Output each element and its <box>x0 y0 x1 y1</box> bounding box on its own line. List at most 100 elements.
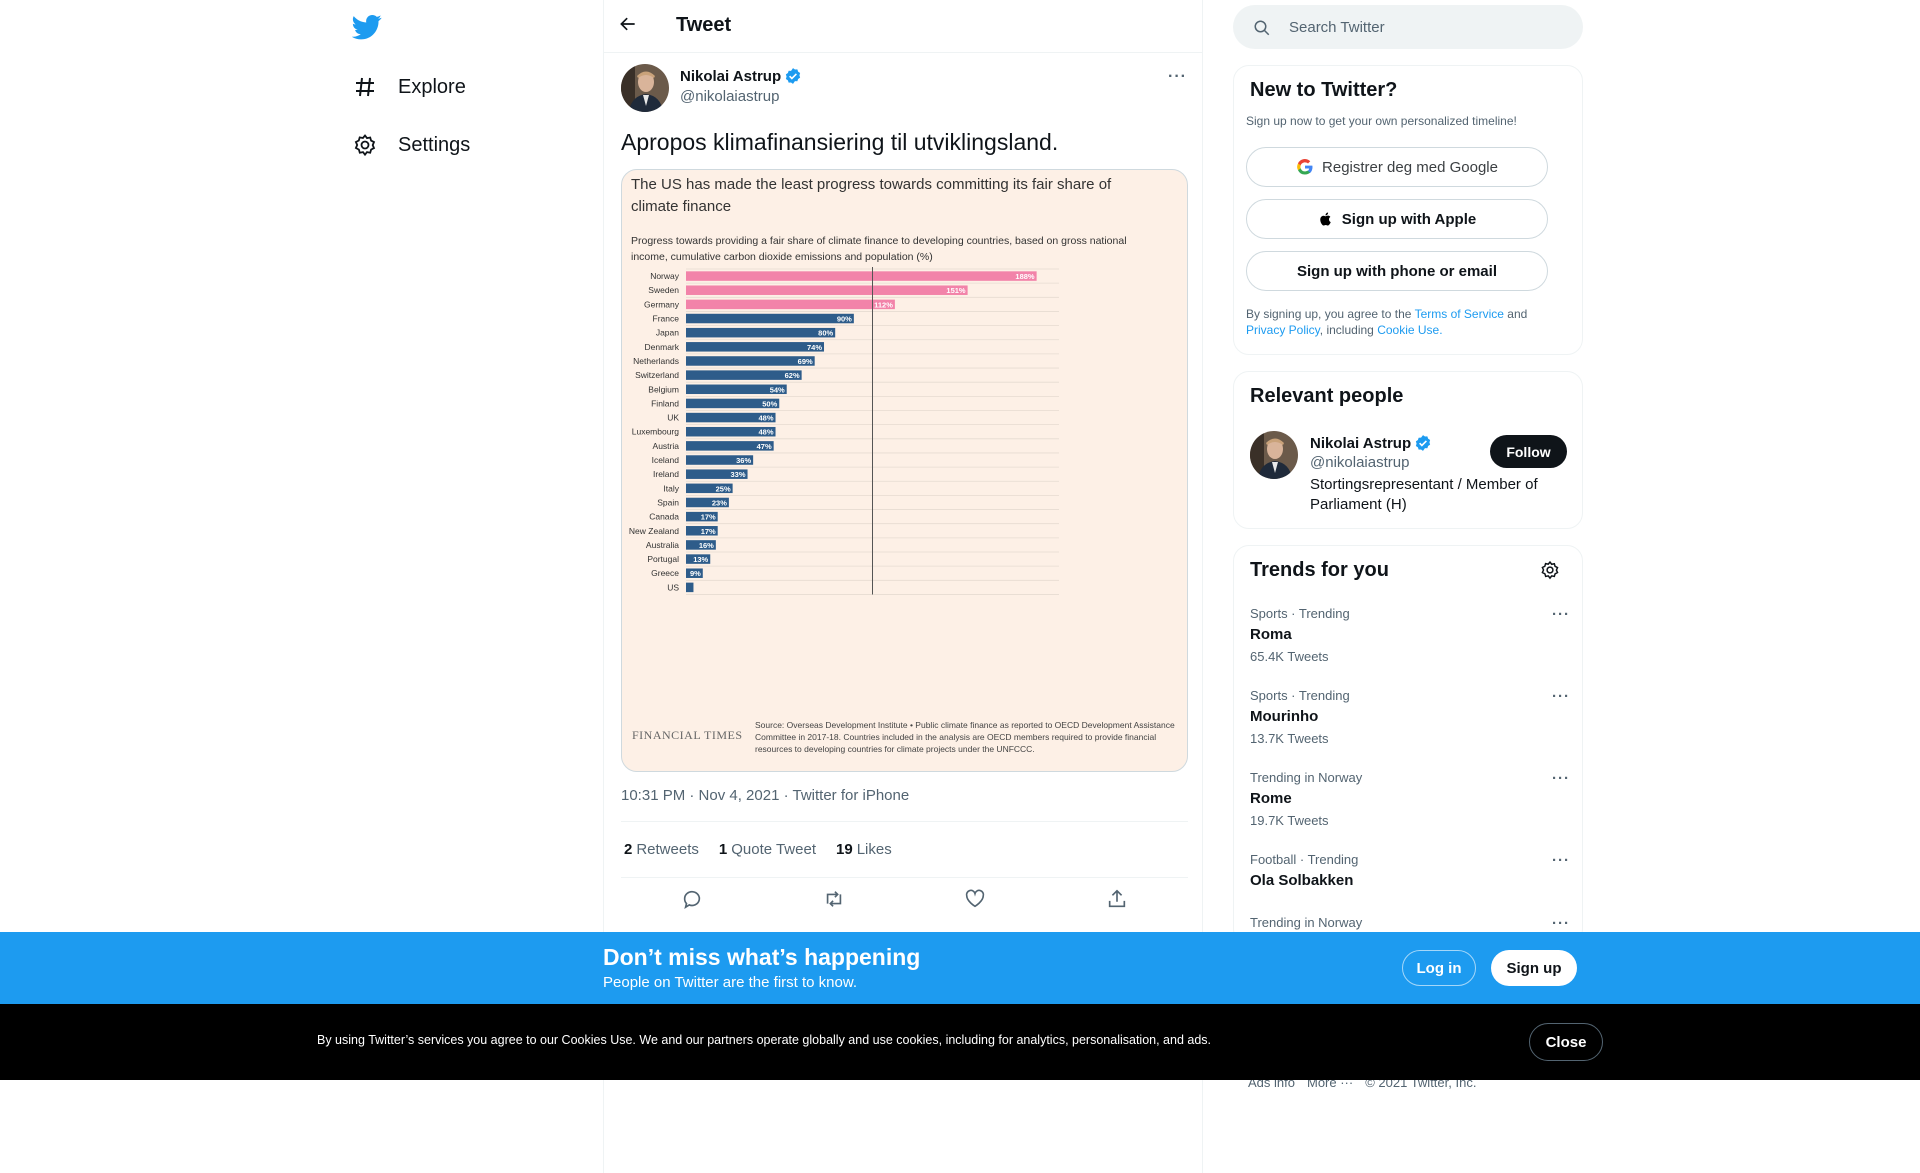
search-box[interactable] <box>1233 5 1583 49</box>
trend-context: Trending in Norway <box>1250 915 1363 930</box>
category-label: Netherlands <box>633 356 679 366</box>
data-label: 48% <box>759 414 774 423</box>
trend-more-icon[interactable]: ··· <box>1552 852 1570 869</box>
trend-count: 13.7K Tweets <box>1250 731 1329 746</box>
cookie-banner: By using Twitter’s services you agree to… <box>0 1004 1920 1080</box>
data-label: 151% <box>946 286 966 295</box>
cookie-close-button[interactable]: Close <box>1529 1023 1603 1061</box>
phone-email-signup-button[interactable]: Sign up with phone or email <box>1246 251 1548 291</box>
data-label: 47% <box>757 442 772 451</box>
gear-icon <box>352 132 378 158</box>
tweet-stats: 2 Retweets 1 Quote Tweet 19 Likes <box>624 841 912 858</box>
category-label: France <box>653 314 680 324</box>
trend-item[interactable]: Sports · Trending Roma 65.4K Tweets ··· <box>1250 606 1570 666</box>
apple-signup-label: Sign up with Apple <box>1341 210 1477 228</box>
category-label: Switzerland <box>635 370 679 380</box>
tweet-header: Tweet <box>604 0 1202 53</box>
category-label: Ireland <box>653 469 679 479</box>
category-label: Norway <box>650 271 680 281</box>
trend-item[interactable]: Trending in Norway Rome 19.7K Tweets ··· <box>1250 770 1570 830</box>
category-label: Canada <box>649 512 679 522</box>
author-handle[interactable]: @nikolaiastrup <box>680 88 779 105</box>
share-icon[interactable] <box>1106 888 1128 910</box>
trends-settings-gear-icon[interactable] <box>1540 560 1560 585</box>
trend-context: Football · Trending <box>1250 852 1359 867</box>
trend-more-icon[interactable]: ··· <box>1552 915 1570 932</box>
google-icon <box>1296 158 1314 176</box>
author-name[interactable]: Nikolai Astrup <box>680 67 802 85</box>
category-label: Finland <box>651 398 679 408</box>
category-label: UK <box>667 413 679 423</box>
trend-name: Ola Solbakken <box>1250 872 1354 889</box>
nav-settings[interactable]: Settings <box>352 125 470 165</box>
bar <box>686 327 836 338</box>
trend-name: Rome <box>1250 790 1292 807</box>
category-label: Iceland <box>652 455 680 465</box>
category-label: Italy <box>663 483 679 493</box>
more-options-icon[interactable]: ··· <box>1168 68 1187 86</box>
data-label: 48% <box>759 428 774 437</box>
login-button[interactable]: Log in <box>1402 950 1476 986</box>
data-label: 90% <box>837 315 852 324</box>
signup-banner-title: Don’t miss what’s happening <box>603 944 921 970</box>
twitter-logo-icon[interactable] <box>351 12 386 42</box>
chart-source: Source: Overseas Development Institute •… <box>755 720 1175 754</box>
data-label: 23% <box>712 498 727 507</box>
legal-text: and <box>1507 307 1528 321</box>
data-label: 16% <box>699 541 714 550</box>
trend-item[interactable]: Sports · Trending Mourinho 13.7K Tweets … <box>1250 688 1570 748</box>
author-avatar[interactable] <box>621 64 669 112</box>
category-label: Portugal <box>647 554 679 564</box>
data-label: 36% <box>736 456 751 465</box>
google-signup-button[interactable]: Registrer deg med Google <box>1246 147 1548 187</box>
likes-stat[interactable]: 19 Likes <box>836 841 892 858</box>
tweet-timestamp[interactable]: 10:31 PM · Nov 4, 2021 · Twitter for iPh… <box>621 787 909 804</box>
data-label: 74% <box>807 343 822 352</box>
terms-of-service-link[interactable]: Terms of Service <box>1415 307 1504 321</box>
bar <box>686 271 1037 281</box>
signup-button[interactable]: Sign up <box>1491 950 1577 986</box>
relevant-person-name[interactable]: Nikolai Astrup <box>1310 434 1432 452</box>
trend-item[interactable]: Trending in Norway ··· <box>1250 915 1570 932</box>
verified-badge-icon <box>784 67 802 85</box>
nav-explore[interactable]: Explore <box>352 67 466 107</box>
privacy-policy-link[interactable]: Privacy Policy <box>1246 323 1320 337</box>
signup-legal-text: By signing up, you agree to the Terms of… <box>1246 306 1566 338</box>
tweet-actions <box>621 888 1188 910</box>
tweet-image[interactable]: The US has made the least progress towar… <box>621 169 1188 772</box>
trends-card: Trends for you Sports · Trending Roma 65… <box>1233 545 1583 945</box>
retweet-icon[interactable] <box>823 888 845 910</box>
like-heart-icon[interactable] <box>964 888 986 910</box>
category-label: Belgium <box>648 384 679 394</box>
category-label: Australia <box>646 540 679 550</box>
cookie-use-link[interactable]: Cookie Use. <box>1377 323 1442 337</box>
data-label: 13% <box>693 555 708 564</box>
category-label: US <box>667 582 679 592</box>
trend-count: 65.4K Tweets <box>1250 649 1329 664</box>
back-arrow-icon[interactable] <box>618 14 642 38</box>
trend-item[interactable]: Football · Trending Ola Solbakken ··· <box>1250 852 1570 892</box>
trend-more-icon[interactable]: ··· <box>1552 688 1570 705</box>
retweets-stat[interactable]: 2 Retweets <box>624 841 699 858</box>
data-label: 17% <box>701 527 716 536</box>
trend-more-icon[interactable]: ··· <box>1552 606 1570 623</box>
follow-button[interactable]: Follow <box>1490 435 1567 468</box>
reply-icon[interactable] <box>681 888 703 910</box>
search-input[interactable] <box>1289 15 1569 39</box>
page-title: Tweet <box>676 14 732 36</box>
relevant-person-handle[interactable]: @nikolaiastrup <box>1310 454 1409 471</box>
data-label: 54% <box>770 385 785 394</box>
signup-card-subtitle: Sign up now to get your own personalized… <box>1246 114 1517 128</box>
nav-explore-label: Explore <box>398 75 466 98</box>
signup-card: New to Twitter? Sign up now to get your … <box>1233 65 1583 355</box>
quote-tweets-stat[interactable]: 1 Quote Tweet <box>719 841 816 858</box>
signup-banner-subtitle: People on Twitter are the first to know. <box>603 974 858 991</box>
relevant-person-avatar[interactable] <box>1250 431 1298 479</box>
apple-icon <box>1318 210 1334 228</box>
data-label: 112% <box>874 300 893 309</box>
trend-more-icon[interactable]: ··· <box>1552 770 1570 787</box>
trend-context: Trending in Norway <box>1250 770 1363 785</box>
apple-signup-button[interactable]: Sign up with Apple <box>1246 199 1548 239</box>
divider <box>621 821 1188 822</box>
bar <box>686 356 815 366</box>
